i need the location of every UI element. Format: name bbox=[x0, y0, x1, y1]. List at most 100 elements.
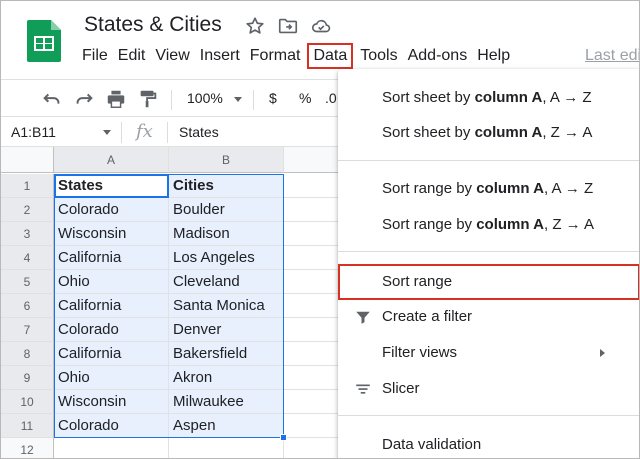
cell-a6[interactable]: California bbox=[54, 294, 169, 318]
menu-item-text: Sort sheet by bbox=[382, 124, 475, 141]
row-header[interactable]: 3 bbox=[1, 222, 54, 246]
menu-item-text: , Z → A bbox=[542, 124, 593, 141]
currency-format-button[interactable]: $ bbox=[269, 90, 277, 106]
decimal-format-button[interactable]: .0 bbox=[325, 90, 337, 106]
column-header-a[interactable]: A bbox=[54, 147, 169, 173]
menu-format[interactable]: Format bbox=[245, 43, 306, 69]
cell-a3[interactable]: Wisconsin bbox=[54, 222, 169, 246]
sort-sheet-a-z[interactable]: Sort sheet by column A, A → Z bbox=[338, 80, 639, 116]
row-header[interactable]: 8 bbox=[1, 342, 54, 366]
sort-range-item[interactable]: Sort range bbox=[338, 264, 639, 300]
cell-b1[interactable]: Cities bbox=[169, 174, 284, 198]
row-header[interactable]: 4 bbox=[1, 246, 54, 270]
cell-a2[interactable]: Colorado bbox=[54, 198, 169, 222]
menu-item-bold: column A bbox=[474, 89, 543, 106]
submenu-arrow-icon bbox=[600, 349, 605, 357]
percent-format-button[interactable]: % bbox=[299, 90, 311, 106]
cell-a4[interactable]: California bbox=[54, 246, 169, 270]
menu-item-text: , Z → A bbox=[544, 216, 595, 233]
cell-a1[interactable]: States bbox=[54, 174, 169, 198]
row-header[interactable]: 1 bbox=[1, 174, 54, 198]
menu-item-bold: column A bbox=[476, 216, 544, 233]
star-icon[interactable] bbox=[244, 15, 266, 37]
cell-b8[interactable]: Bakersfield bbox=[169, 342, 284, 366]
menu-item-text: Sort sheet by bbox=[382, 89, 475, 106]
cell-a8[interactable]: California bbox=[54, 342, 169, 366]
menu-item-text: Sort range by bbox=[382, 180, 477, 197]
menu-item-text: , A → Z bbox=[544, 180, 594, 197]
menu-edit[interactable]: Edit bbox=[113, 43, 151, 69]
row-header[interactable]: 12 bbox=[1, 438, 54, 458]
menu-divider bbox=[338, 251, 639, 252]
sheets-logo-icon[interactable] bbox=[26, 18, 62, 63]
cell-a7[interactable]: Colorado bbox=[54, 318, 169, 342]
name-box[interactable]: A1:B11 bbox=[11, 124, 56, 140]
filter-icon bbox=[356, 311, 370, 324]
name-box-dropdown-icon[interactable] bbox=[103, 130, 111, 135]
cell-b7[interactable]: Denver bbox=[169, 318, 284, 342]
create-filter-item[interactable]: Create a filter bbox=[338, 299, 639, 335]
document-title[interactable]: States & Cities bbox=[84, 13, 222, 37]
menu-add-ons[interactable]: Add-ons bbox=[403, 43, 473, 69]
toolbar-divider bbox=[253, 90, 254, 110]
cell-b5[interactable]: Cleveland bbox=[169, 270, 284, 294]
app-window: States & Cities File Edit View Insert Fo… bbox=[0, 0, 640, 459]
slicer-item[interactable]: Slicer bbox=[338, 371, 639, 407]
menu-item-text: , A → Z bbox=[542, 89, 592, 106]
cell-b12[interactable] bbox=[169, 438, 284, 458]
menu-view[interactable]: View bbox=[150, 43, 194, 69]
menu-file[interactable]: File bbox=[77, 43, 113, 69]
menu-help[interactable]: Help bbox=[472, 43, 515, 69]
zoom-dropdown-icon[interactable] bbox=[234, 97, 242, 102]
cell-b6[interactable]: Santa Monica bbox=[169, 294, 284, 318]
print-icon[interactable] bbox=[105, 88, 127, 110]
undo-icon[interactable] bbox=[41, 88, 63, 110]
zoom-select[interactable]: 100% bbox=[187, 90, 223, 106]
row-header[interactable]: 6 bbox=[1, 294, 54, 318]
sort-sheet-z-a[interactable]: Sort sheet by column A, Z → A bbox=[338, 115, 639, 151]
column-header-b[interactable]: B bbox=[169, 147, 284, 173]
menu-item-label: Slicer bbox=[382, 380, 420, 397]
data-validation-item[interactable]: Data validation bbox=[338, 427, 639, 458]
last-edit-link[interactable]: Last edi bbox=[585, 43, 639, 69]
sort-range-a-z[interactable]: Sort range by column A, A → Z bbox=[338, 171, 639, 207]
cell-a9[interactable]: Ohio bbox=[54, 366, 169, 390]
menu-insert[interactable]: Insert bbox=[195, 43, 245, 69]
row-header[interactable]: 10 bbox=[1, 390, 54, 414]
move-to-folder-icon[interactable] bbox=[277, 15, 299, 37]
data-menu-dropdown: Sort sheet by column A, A → Z Sort sheet… bbox=[338, 69, 639, 458]
cell-a11[interactable]: Colorado bbox=[54, 414, 169, 438]
cell-b2[interactable]: Boulder bbox=[169, 198, 284, 222]
cell-a10[interactable]: Wisconsin bbox=[54, 390, 169, 414]
menu-item-label: Create a filter bbox=[382, 308, 473, 325]
menu-item-bold: column A bbox=[474, 124, 543, 141]
menu-data[interactable]: Data bbox=[307, 43, 354, 69]
cloud-status-icon[interactable] bbox=[310, 15, 332, 37]
cell-b9[interactable]: Akron bbox=[169, 366, 284, 390]
sort-range-z-a[interactable]: Sort range by column A, Z → A bbox=[338, 207, 639, 243]
cell-b4[interactable]: Los Angeles bbox=[169, 246, 284, 270]
select-all-corner[interactable] bbox=[1, 147, 54, 173]
menu-item-label: Filter views bbox=[382, 344, 458, 361]
menu-tools[interactable]: Tools bbox=[355, 43, 402, 69]
menu-item-text: Sort range by bbox=[382, 216, 477, 233]
row-header[interactable]: 2 bbox=[1, 198, 54, 222]
menu-divider bbox=[338, 415, 639, 416]
formula-divider bbox=[167, 122, 168, 143]
cell-b11[interactable]: Aspen bbox=[169, 414, 284, 438]
fill-handle[interactable] bbox=[280, 434, 287, 441]
formula-divider bbox=[121, 122, 122, 143]
row-header[interactable]: 9 bbox=[1, 366, 54, 390]
slicer-icon bbox=[356, 384, 370, 394]
cell-b3[interactable]: Madison bbox=[169, 222, 284, 246]
cell-b10[interactable]: Milwaukee bbox=[169, 390, 284, 414]
row-header[interactable]: 11 bbox=[1, 414, 54, 438]
cell-a12[interactable] bbox=[54, 438, 169, 458]
paint-format-icon[interactable] bbox=[137, 88, 159, 110]
cell-a5[interactable]: Ohio bbox=[54, 270, 169, 294]
redo-icon[interactable] bbox=[73, 88, 95, 110]
row-header[interactable]: 7 bbox=[1, 318, 54, 342]
filter-views-item[interactable]: Filter views bbox=[338, 335, 639, 371]
row-header[interactable]: 5 bbox=[1, 270, 54, 294]
formula-input[interactable]: States bbox=[179, 124, 219, 140]
